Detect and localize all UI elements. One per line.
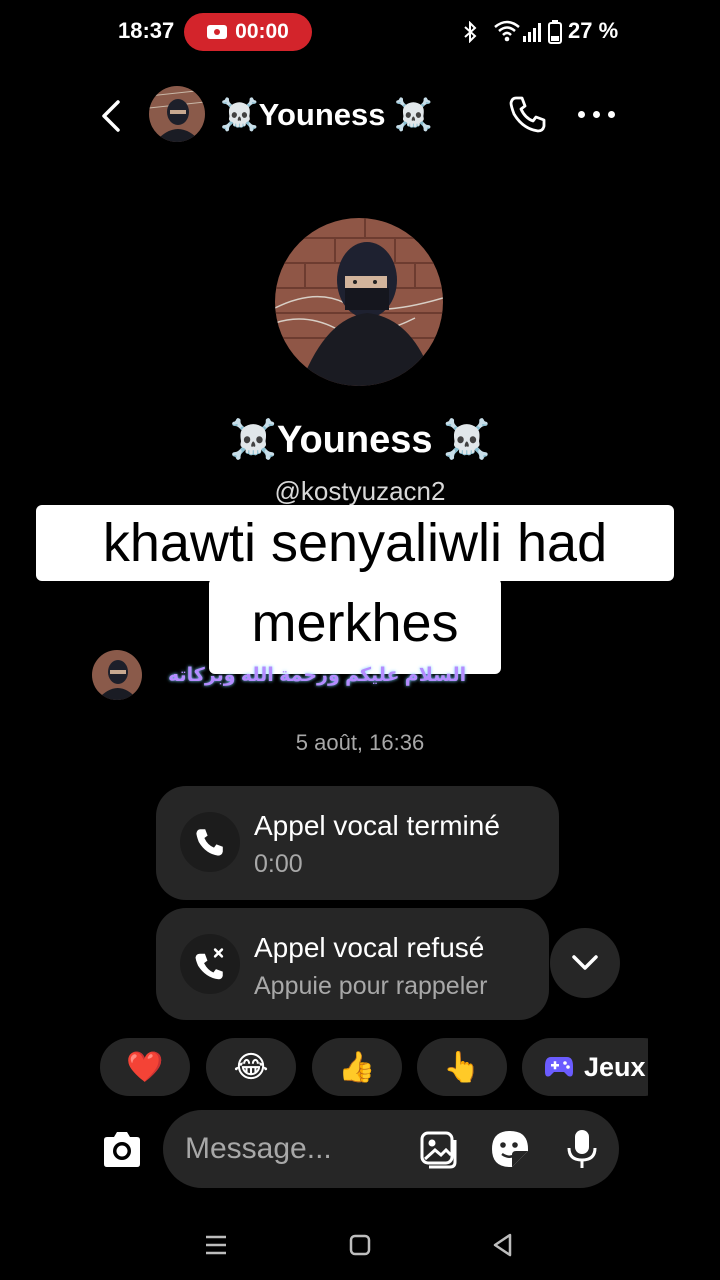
call-log-ended[interactable]: Appel vocal terminé 0:00	[156, 786, 559, 900]
message-avatar[interactable]	[92, 650, 142, 700]
games-label: Jeux	[584, 1051, 646, 1082]
call-duration: 0:00	[254, 850, 303, 878]
message-input[interactable]	[185, 1127, 405, 1171]
profile-username[interactable]: @kostyuzacn2	[0, 476, 720, 507]
recording-time: 00:00	[235, 20, 289, 43]
signal-icon	[523, 23, 541, 42]
phone-icon	[180, 812, 240, 872]
camera-icon[interactable]	[100, 1128, 144, 1172]
status-bar: 18:37 00:00 27 %	[0, 0, 720, 64]
reaction-point-up[interactable]: 👆	[417, 1038, 507, 1096]
record-icon	[207, 25, 228, 39]
incoming-message[interactable]: السلام عليكم ورحمة الله وبركاته	[168, 664, 466, 687]
chat-header: ☠️Youness ☠️	[0, 80, 720, 152]
chevron-down-icon	[572, 955, 598, 970]
reaction-heart[interactable]: ❤️	[100, 1038, 190, 1096]
battery-icon	[548, 20, 562, 44]
profile-name: ☠️Youness ☠️	[229, 419, 491, 461]
reaction-thumbs-up[interactable]: 👍	[312, 1038, 402, 1096]
back-arrow-icon[interactable]	[96, 96, 126, 136]
bluetooth-icon	[464, 21, 477, 43]
gallery-icon[interactable]	[419, 1128, 461, 1170]
microphone-icon[interactable]	[561, 1128, 603, 1170]
back-triangle-icon[interactable]	[488, 1230, 518, 1260]
battery-percent: 27 %	[568, 18, 619, 43]
screen-recording-indicator[interactable]: 00:00	[184, 13, 312, 51]
system-navigation-bar	[0, 1210, 720, 1280]
scroll-to-bottom-button[interactable]	[550, 928, 620, 998]
recents-icon[interactable]	[201, 1230, 231, 1260]
more-options-button[interactable]	[578, 102, 620, 126]
missed-call-icon	[180, 934, 240, 994]
profile-avatar[interactable]	[275, 218, 443, 386]
reaction-laugh[interactable]: 😂	[206, 1038, 296, 1096]
status-clock: 18:37	[118, 18, 175, 43]
more-dots-icon	[578, 110, 585, 118]
games-button[interactable]: Jeux	[522, 1038, 648, 1096]
date-divider: 5 août, 16:36	[295, 730, 425, 755]
gamepad-icon	[545, 1057, 573, 1077]
contact-name[interactable]: ☠️Youness ☠️	[220, 96, 433, 133]
call-title: Appel vocal terminé	[254, 810, 500, 841]
avatar[interactable]	[149, 86, 205, 142]
message-composer	[163, 1110, 619, 1188]
quick-reactions-bar: ❤️ 😂 👍 👆 Jeux	[100, 1038, 648, 1096]
home-icon[interactable]	[345, 1230, 375, 1260]
video-caption-line-1: khawti senyaliwli had	[36, 505, 674, 581]
call-log-declined[interactable]: Appel vocal refusé Appuie pour rappeler	[156, 908, 549, 1020]
phone-icon[interactable]	[508, 94, 548, 134]
call-title: Appel vocal refusé	[254, 932, 485, 963]
wifi-icon	[494, 20, 520, 42]
sticker-icon[interactable]	[489, 1128, 531, 1170]
call-back-hint: Appuie pour rappeler	[254, 972, 488, 1000]
video-caption-line-2: merkhes	[209, 578, 501, 674]
